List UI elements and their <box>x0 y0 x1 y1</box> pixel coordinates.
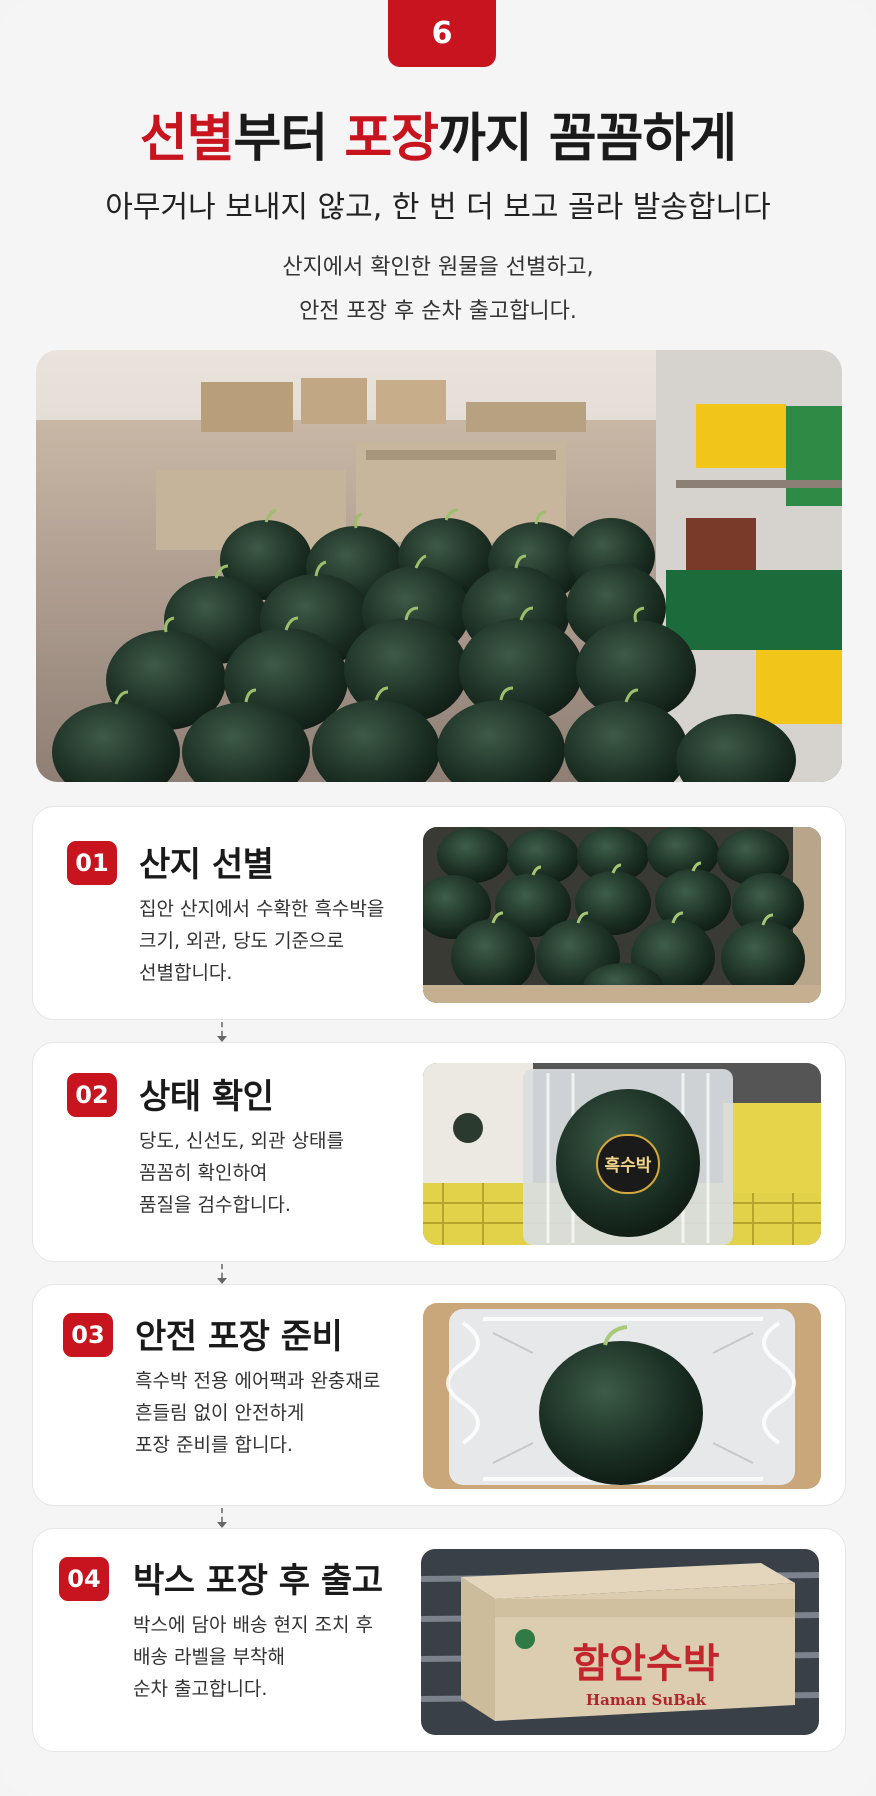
headline-text-2: 까지 꼼꼼하게 <box>438 109 737 169</box>
step-text-02: 당도, 신선도, 외관 상태를 꼼꼼히 확인하여 품질을 검수합니다. <box>139 1130 344 1216</box>
shipping-box-photo: 함안수박 Haman SuBak <box>421 1549 819 1735</box>
step-card-02: 02 상태 확인 당도, 신선도, 외관 상태를 꼼꼼히 확인하여 품질을 검수… <box>32 1042 846 1262</box>
watermelon-in-cushion-box-photo <box>423 1303 821 1489</box>
description-line-1: 산지에서 확인한 원물을 선별하고, <box>282 255 594 280</box>
step-title-03: 안전 포장 준비 <box>135 1317 343 1357</box>
description-line-2: 안전 포장 후 순차 출고합니다. <box>299 299 577 324</box>
watermelon-in-air-packaging-photo: 흑수박 <box>423 1063 821 1245</box>
step-text-01: 집안 산지에서 수확한 흑수박을 크기, 외관, 당도 기준으로 선별합니다. <box>139 898 385 984</box>
headline-text-1: 부터 <box>233 109 345 169</box>
box-brand-label: 함안수박 <box>572 1640 719 1687</box>
box-brand-label-en: Haman SuBak <box>586 1691 707 1709</box>
watermelons-in-crate-photo <box>423 827 821 1003</box>
step-card-04: 04 박스 포장 후 출고 박스에 담아 배송 현지 조치 후 배송 라벨을 부… <box>32 1528 846 1752</box>
headline-highlight-2: 포장 <box>344 109 439 169</box>
page-description: 산지에서 확인한 원물을 선별하고, 안전 포장 후 순차 출고합니다. <box>0 246 876 334</box>
step-connector-1 <box>221 1022 223 1036</box>
page-subheadline: 아무거나 보내지 않고, 한 번 더 보고 골라 발송합니다 <box>105 190 771 225</box>
step-number: 6 <box>431 16 453 51</box>
step-title-04: 박스 포장 후 출고 <box>133 1561 383 1601</box>
step-connector-3 <box>221 1508 223 1522</box>
step-badge-04: 04 <box>59 1557 109 1601</box>
step-badge-02: 02 <box>67 1073 117 1117</box>
warehouse-hero-photo <box>36 350 842 782</box>
step-title-01: 산지 선별 <box>139 845 274 885</box>
step-text-03: 흑수박 전용 에어팩과 완충재로 흔들림 없이 안전하게 포장 준비를 합니다. <box>135 1370 381 1456</box>
page-headline: 선별부터 포장까지 꼼꼼하게 <box>0 96 876 171</box>
step-number-badge: 6 <box>388 0 496 67</box>
step-title-02: 상태 확인 <box>139 1077 274 1117</box>
step-text-04: 박스에 담아 배송 현지 조치 후 배송 라벨을 부착해 순차 출고합니다. <box>133 1614 373 1700</box>
step-connector-2 <box>221 1264 223 1278</box>
step-card-03: 03 안전 포장 준비 흑수박 전용 에어팩과 완충재로 흔들림 없이 안전하게… <box>32 1284 846 1506</box>
headline-highlight-1: 선별 <box>139 109 235 169</box>
packaging-label: 흑수박 <box>605 1155 652 1176</box>
step-badge-01: 01 <box>67 841 117 885</box>
step-badge-03: 03 <box>63 1313 113 1357</box>
step-card-01: 01 산지 선별 집안 산지에서 수확한 흑수박을 크기, 외관, 당도 기준으… <box>32 806 846 1020</box>
product-detail-page: 6 선별부터 포장까지 꼼꼼하게 아무거나 보내지 않고, 한 번 더 보고 골… <box>0 0 876 1796</box>
